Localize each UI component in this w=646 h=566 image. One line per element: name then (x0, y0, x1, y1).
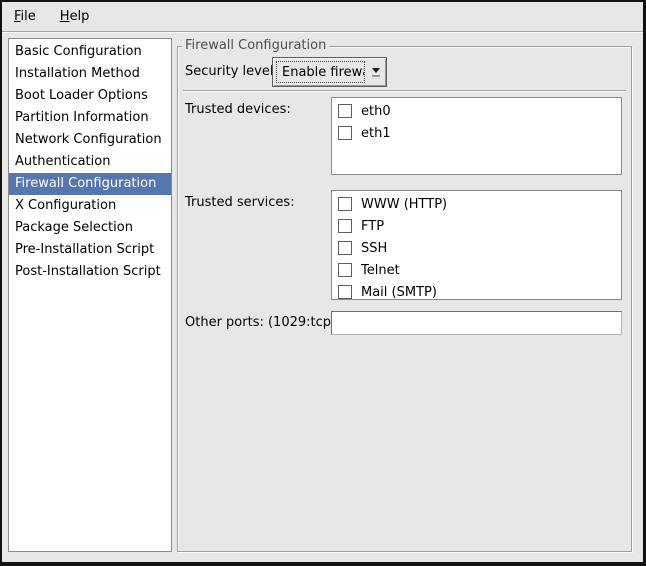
device-item-label: eth0 (361, 104, 391, 119)
other-ports-label: Other ports: (1029:tcp) (185, 315, 336, 330)
sidebar-item-partition-information[interactable]: Partition Information (9, 107, 171, 129)
section-separator (183, 90, 626, 92)
sidebar-item-firewall-configuration[interactable]: Firewall Configuration (9, 173, 171, 195)
eth0-checkbox[interactable] (338, 104, 352, 118)
ftp-checkbox[interactable] (338, 219, 352, 233)
frame-title: Firewall Configuration (182, 38, 329, 53)
sidebar-item-package-selection[interactable]: Package Selection (9, 217, 171, 239)
service-item-label: FTP (361, 219, 384, 234)
www-http-checkbox[interactable] (338, 197, 352, 211)
service-item-mail-smtp[interactable]: Mail (SMTP) (332, 281, 621, 300)
sidebar-item-pre-installation-script[interactable]: Pre-Installation Script (9, 239, 171, 261)
kickstart-configurator-window: File Help Basic ConfigurationInstallatio… (0, 0, 646, 566)
device-item-label: eth1 (361, 126, 391, 141)
trusted-devices-label: Trusted devices: (185, 102, 291, 117)
service-item-label: SSH (361, 241, 387, 256)
sidebar-item-x-configuration[interactable]: X Configuration (9, 195, 171, 217)
menubar: File Help (2, 2, 643, 31)
service-item-label: WWW (HTTP) (361, 197, 447, 212)
device-item-eth1[interactable]: eth1 (332, 122, 621, 144)
dropdown-arrow-icon (366, 58, 386, 86)
sidebar-item-boot-loader-options[interactable]: Boot Loader Options (9, 85, 171, 107)
sidebar-item-installation-method[interactable]: Installation Method (9, 63, 171, 85)
sidebar-item-post-installation-script[interactable]: Post-Installation Script (9, 261, 171, 283)
trusted-services-list: WWW (HTTP) FTP SSH Telnet Mail (SMTP) (331, 190, 622, 300)
menu-file[interactable]: File (5, 5, 45, 28)
service-item-label: Telnet (361, 263, 400, 278)
config-steps-list: Basic ConfigurationInstallation MethodBo… (8, 38, 172, 552)
ssh-checkbox[interactable] (338, 241, 352, 255)
telnet-checkbox[interactable] (338, 263, 352, 277)
security-level-label: Security level: (185, 64, 278, 79)
other-ports-input[interactable] (331, 311, 622, 335)
device-item-eth0[interactable]: eth0 (332, 100, 621, 122)
service-item-www-http[interactable]: WWW (HTTP) (332, 193, 621, 215)
trusted-services-label: Trusted services: (185, 195, 295, 210)
mail-smtp-checkbox[interactable] (338, 285, 352, 299)
security-level-value: Enable firewall (276, 61, 365, 83)
sidebar-item-authentication[interactable]: Authentication (9, 151, 171, 173)
sidebar-item-network-configuration[interactable]: Network Configuration (9, 129, 171, 151)
firewall-configuration-frame: Firewall Configuration Security level: E… (177, 46, 632, 552)
security-level-dropdown[interactable]: Enable firewall (272, 57, 387, 87)
service-item-telnet[interactable]: Telnet (332, 259, 621, 281)
eth1-checkbox[interactable] (338, 126, 352, 140)
menubar-separator (2, 31, 643, 33)
service-item-ftp[interactable]: FTP (332, 215, 621, 237)
service-item-label: Mail (SMTP) (361, 285, 437, 300)
sidebar-item-basic-configuration[interactable]: Basic Configuration (9, 41, 171, 63)
service-item-ssh[interactable]: SSH (332, 237, 621, 259)
trusted-devices-list: eth0 eth1 (331, 97, 622, 175)
menu-help[interactable]: Help (51, 5, 99, 28)
